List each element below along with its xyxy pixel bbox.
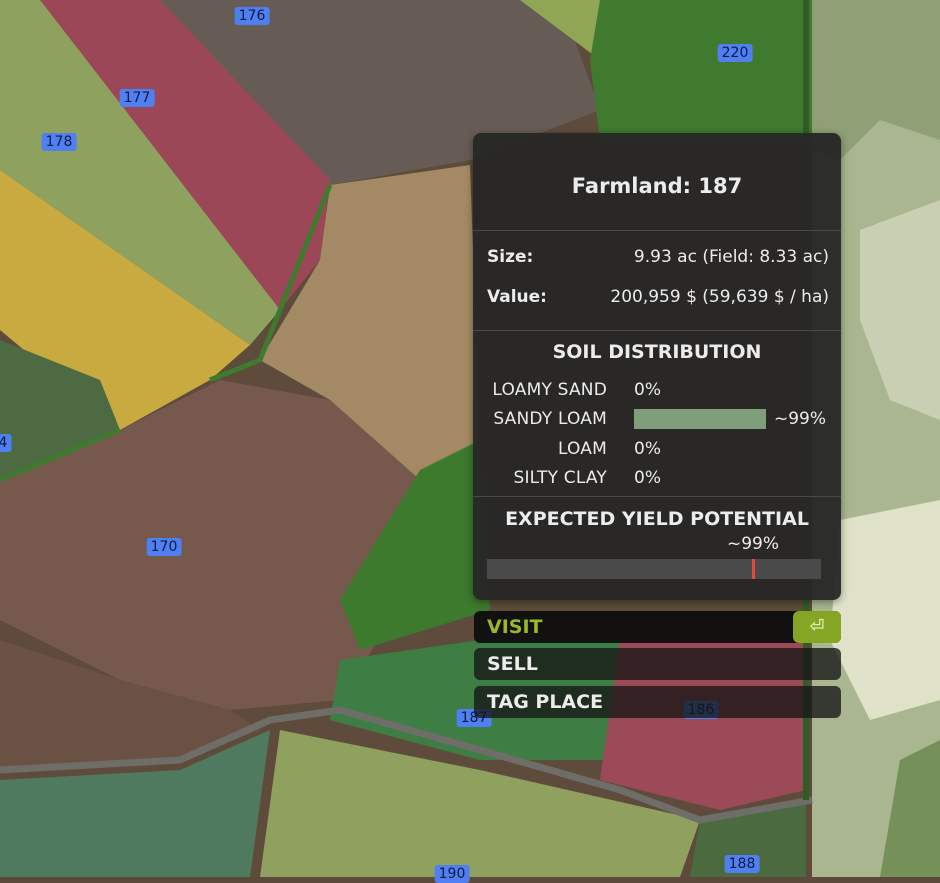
yield-percent: ~99% <box>726 534 780 554</box>
soil-name: SILTY CLAY <box>513 468 607 488</box>
value-value: 200,959 $ (59,639 $ / ha) <box>610 287 829 307</box>
field-number-label[interactable]: 4 <box>0 434 12 452</box>
soil-percent: ~99% <box>774 409 827 429</box>
sell-button[interactable]: SELL <box>474 648 841 680</box>
field-number-label[interactable]: 220 <box>717 44 753 62</box>
field-number-label[interactable]: 188 <box>724 855 760 873</box>
panel-title: Farmland: 187 <box>571 174 743 198</box>
soil-percent: 0% <box>634 380 661 400</box>
field-number-label[interactable]: 190 <box>434 865 470 883</box>
yield-potential-title: EXPECTED YIELD POTENTIAL <box>505 508 809 530</box>
forest-top <box>590 0 812 140</box>
field-number-label[interactable]: 177 <box>119 89 155 107</box>
sell-label: SELL <box>487 653 538 675</box>
field-number-label[interactable]: 176 <box>234 7 270 25</box>
tag-place-label: TAG PLACE <box>487 691 604 713</box>
soil-name: SANDY LOAM <box>493 409 607 429</box>
yield-bar <box>487 559 821 579</box>
tag-place-button[interactable]: TAG PLACE <box>474 686 841 718</box>
soil-percent: 0% <box>634 468 661 488</box>
divider <box>473 330 841 331</box>
size-value: 9.93 ac (Field: 8.33 ac) <box>633 247 829 267</box>
soil-name: LOAMY SAND <box>492 380 607 400</box>
yield-marker <box>752 559 755 579</box>
divider <box>473 496 841 497</box>
enter-key-icon[interactable]: ⏎ <box>793 611 841 643</box>
field-number-label[interactable]: 178 <box>41 133 77 151</box>
soil-distribution-title: SOIL DISTRIBUTION <box>552 341 762 363</box>
farmland-info-panel: Farmland: 187 Size: 9.93 ac (Field: 8.33… <box>473 133 841 600</box>
visit-label: VISIT <box>487 616 543 638</box>
soil-percent: 0% <box>634 439 661 459</box>
divider <box>473 230 841 231</box>
visit-button[interactable]: VISIT ⏎ <box>474 611 841 643</box>
soil-name: LOAM <box>557 439 607 459</box>
size-label: Size: <box>487 247 534 267</box>
field-number-label[interactable]: 170 <box>146 538 182 556</box>
value-label: Value: <box>487 287 547 307</box>
soil-bar <box>634 409 766 429</box>
